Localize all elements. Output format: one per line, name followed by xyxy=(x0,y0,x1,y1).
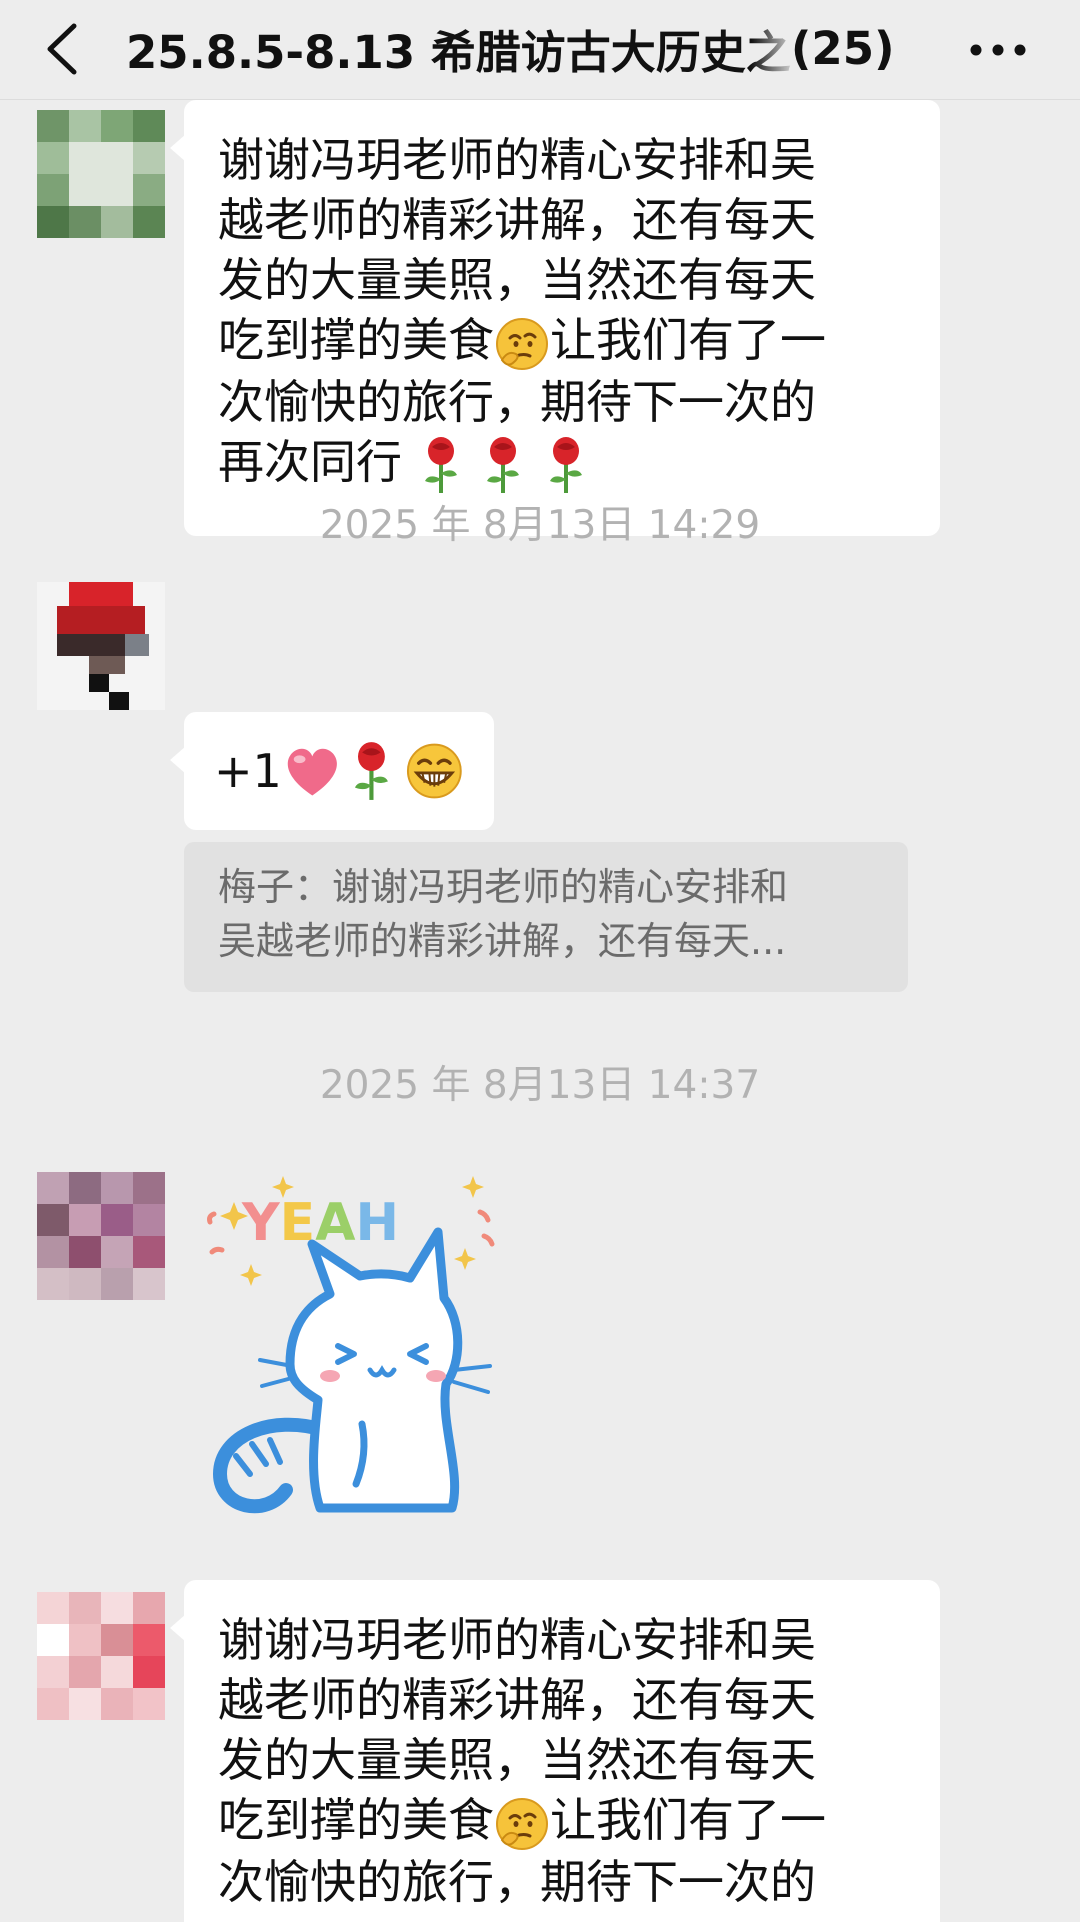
message-text-line: 吃到撑的美食 让我们有了一 xyxy=(218,310,910,372)
chat-title[interactable]: 25.8.5-8.13 希腊访古大历史之 (25) xyxy=(126,18,926,79)
message-text: 再次同行 xyxy=(218,434,402,489)
message-text: 发的大量美照，当然还有每天 xyxy=(218,1733,816,1787)
message-text-line: 再次同行 xyxy=(218,432,910,496)
more-dots-icon[interactable] xyxy=(968,30,1028,70)
message-text: 让我们有了一 xyxy=(550,1793,826,1847)
thinking-face-emoji xyxy=(496,1797,548,1850)
avatar[interactable] xyxy=(37,582,165,710)
quoted-message[interactable]: 梅子：谢谢冯玥老师的精心安排和 吴越老师的精彩讲解，还有每天... xyxy=(184,842,908,992)
quote-text: 梅子：谢谢冯玥老师的精心安排和 xyxy=(218,865,789,909)
avatar[interactable] xyxy=(37,1592,165,1720)
thinking-face-emoji xyxy=(496,317,548,370)
heart-emoji xyxy=(287,748,337,796)
grinning-face-emoji xyxy=(407,743,463,799)
member-count: (25) xyxy=(790,21,895,75)
message-text: 次愉快的旅行，期待下一次的 xyxy=(218,374,816,429)
message-text: 吃到撑的美食 xyxy=(218,1793,494,1847)
rose-emoji xyxy=(549,437,582,493)
message-text: 让我们有了一 xyxy=(550,313,826,367)
timestamp: 2025 年 8月13日 14:29 xyxy=(319,503,761,548)
message-text: 吃到撑的美食 xyxy=(218,313,494,367)
message-text: 越老师的精彩讲解，还有每天 xyxy=(218,1673,816,1727)
message-text: 谢谢冯玥老师的精心安排和吴 xyxy=(218,133,816,187)
message-text: 次愉快的旅行，期待下一次的 xyxy=(218,1854,816,1909)
message-bubble[interactable]: +1 xyxy=(170,712,494,830)
group-name: 25.8.5-8.13 希腊访古大历史之 xyxy=(126,25,791,79)
message-text-line: 吃到撑的美食 让我们有了一 xyxy=(218,1790,910,1852)
message-bubble[interactable]: 谢谢冯玥老师的精心安排和吴 越老师的精彩讲解，还有每天 发的大量美照，当然还有每… xyxy=(170,1580,940,1922)
chat-header: 25.8.5-8.13 希腊访古大历史之 (25) xyxy=(0,0,1080,100)
chevron-left-icon[interactable] xyxy=(40,22,84,76)
message-text: +1 xyxy=(214,744,282,798)
yeah-cat-sticker[interactable]: YEAH xyxy=(200,1174,520,1534)
message-text: 谢谢冯玥老师的精心安排和吴 xyxy=(218,1613,816,1667)
message-list[interactable]: 谢谢冯玥老师的精心安排和吴 越老师的精彩讲解，还有每天 发的大量美照，当然还有每… xyxy=(0,100,1080,1922)
message-text: 越老师的精彩讲解，还有每天 xyxy=(218,193,816,247)
rose-emoji xyxy=(424,437,457,493)
message-bubble[interactable]: 谢谢冯玥老师的精心安排和吴 越老师的精彩讲解，还有每天 发的大量美照，当然还有每… xyxy=(170,100,940,536)
message-text: 发的大量美照，当然还有每天 xyxy=(218,253,816,307)
rose-emoji xyxy=(487,437,520,493)
avatar[interactable] xyxy=(37,1172,165,1300)
avatar[interactable] xyxy=(37,110,165,238)
quote-text: 吴越老师的精彩讲解，还有每天... xyxy=(218,919,787,963)
timestamp: 2025 年 8月13日 14:37 xyxy=(319,1063,761,1108)
rose-emoji xyxy=(355,742,389,800)
